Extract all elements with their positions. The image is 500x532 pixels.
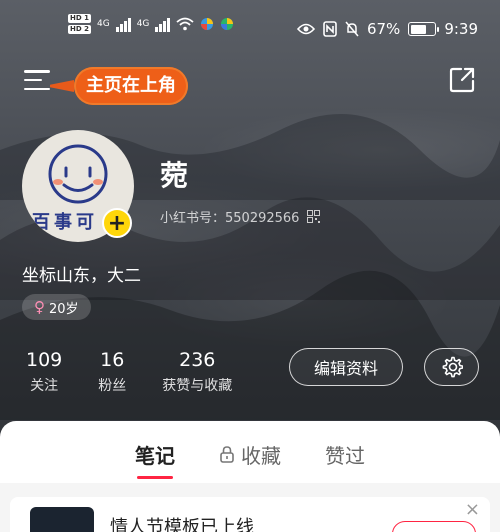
network-type-2: 4G: [136, 19, 150, 29]
female-icon: ♀: [34, 298, 45, 316]
eye-icon: [296, 23, 315, 35]
tab-liked[interactable]: 赞过: [325, 436, 365, 469]
lock-icon: [220, 446, 234, 463]
card-action-button[interactable]: [392, 521, 476, 532]
bio: 坐标山东，大二: [22, 266, 141, 286]
tab-label: 赞过: [325, 443, 365, 468]
stat-following[interactable]: 109 关注: [26, 348, 62, 395]
stat-number: 109: [26, 349, 63, 371]
wifi-icon: [176, 17, 194, 31]
close-icon[interactable]: ×: [465, 499, 480, 520]
promo-card[interactable]: 情人节模板已上线 ×: [10, 497, 490, 532]
profile-tabs: 笔记 收藏 赞过: [0, 421, 500, 483]
user-id-text: 小红书号：550292566: [160, 211, 300, 226]
battery-icon: [408, 22, 440, 36]
tab-label: 收藏: [241, 443, 281, 468]
card-title: 情人节模板已上线: [110, 517, 254, 532]
stat-number: 16: [100, 349, 125, 371]
username: 菀: [160, 159, 189, 192]
content-sheet: 笔记 收藏 赞过 情人节模板已上线 ×: [0, 421, 500, 532]
tab-notes[interactable]: 笔记: [135, 436, 175, 479]
status-left: HD 1 HD 2 4G 4G: [68, 14, 234, 34]
card-thumbnail: [30, 507, 94, 532]
stat-label: 获赞与收藏: [162, 378, 233, 394]
user-id[interactable]: 小红书号：550292566: [160, 207, 321, 226]
banner-label: 主页在上角: [74, 67, 188, 105]
age-text: 20岁: [49, 301, 79, 317]
signal-icon-2: [155, 16, 171, 32]
home-corner-banner: 主页在上角: [50, 64, 188, 108]
status-right: 67% 9:39: [296, 20, 478, 38]
gender-age-badge: ♀ 20岁: [22, 294, 91, 320]
stat-label: 关注: [30, 378, 59, 394]
app-notification-icon: [201, 18, 214, 30]
banner-tail: [50, 80, 74, 92]
stat-followers[interactable]: 16 粉丝: [98, 348, 126, 395]
share-icon[interactable]: [448, 66, 476, 94]
qr-code-icon[interactable]: [307, 210, 321, 223]
network-type-1: 4G: [96, 19, 110, 29]
nfc-icon: [323, 21, 337, 37]
stat-number: 236: [179, 349, 216, 371]
avatar-text: 百事可: [32, 212, 98, 233]
stat-label: 粉丝: [98, 378, 127, 394]
hd-top: HD 1: [68, 14, 91, 23]
mute-bell-icon: [345, 21, 359, 37]
clock: 9:39: [444, 20, 478, 38]
edit-profile-button[interactable]: 编辑资料: [289, 348, 403, 386]
tab-collections[interactable]: 收藏: [219, 436, 281, 469]
menu-icon[interactable]: [24, 70, 50, 90]
tab-label: 笔记: [135, 443, 175, 468]
stat-likes-collects[interactable]: 236 获赞与收藏: [162, 348, 232, 395]
hd-bottom: HD 2: [68, 25, 91, 34]
add-avatar-button[interactable]: +: [102, 208, 132, 238]
hd-indicator: HD 1 HD 2: [68, 14, 91, 34]
stats-row: 109 关注 16 粉丝 236 获赞与收藏: [26, 348, 232, 395]
feed-area: 情人节模板已上线 ×: [0, 483, 500, 532]
settings-button[interactable]: [424, 348, 479, 386]
battery-percent: 67%: [366, 20, 401, 38]
status-bar: HD 1 HD 2 4G 4G 67% 9:39: [0, 0, 500, 56]
app-notification-icon-2: [221, 18, 234, 30]
signal-icon: [115, 16, 131, 32]
gear-icon: [442, 356, 463, 378]
